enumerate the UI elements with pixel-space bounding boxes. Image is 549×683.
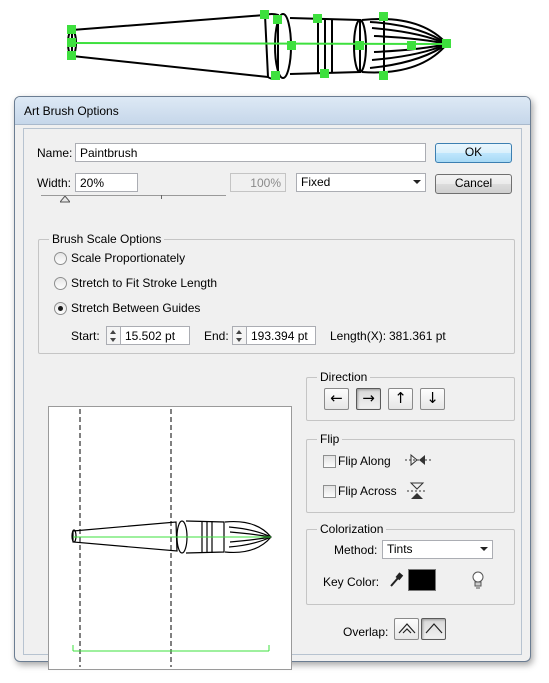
colorization-group: Colorization Method: Tints Key Color:	[306, 522, 515, 605]
method-select[interactable]: Tints	[382, 540, 493, 559]
arrow-down-icon: ↓	[426, 389, 439, 407]
method-value: Tints	[387, 542, 413, 556]
overlap-none-icon	[425, 623, 442, 634]
arrow-up-icon: ↑	[394, 389, 407, 407]
key-color-label: Key Color:	[323, 575, 380, 589]
paintbrush-artwork	[67, 13, 449, 80]
name-label: Name:	[37, 146, 73, 160]
end-stepper[interactable]	[232, 326, 246, 345]
width-max-field: 100%	[230, 173, 286, 192]
start-label: Start:	[71, 329, 100, 343]
direction-up-button[interactable]: ↑	[388, 388, 413, 410]
stretch-to-fit-radio[interactable]	[54, 277, 67, 290]
direction-right-button[interactable]: →	[356, 388, 381, 410]
width-label: Width:	[37, 176, 72, 190]
cancel-button[interactable]: Cancel	[435, 174, 512, 194]
dialog-body: Name: Paintbrush OK Width: 20% 100% Fixe…	[23, 128, 522, 670]
tips-lightbulb-icon[interactable]	[470, 570, 486, 590]
selection-anchor-points	[67, 10, 451, 80]
direction-left-button[interactable]: ←	[324, 388, 349, 410]
art-brush-options-dialog: Art Brush Options Name: Paintbrush OK Wi…	[14, 96, 531, 670]
stretch-between-guides-label: Stretch Between Guides	[71, 301, 201, 315]
flip-across-icon	[407, 482, 427, 499]
window-title: Art Brush Options	[24, 104, 119, 118]
ok-button[interactable]: OK	[435, 143, 512, 163]
width-input[interactable]: 20%	[75, 173, 138, 192]
end-label: End:	[204, 329, 229, 343]
arrow-right-icon: →	[362, 389, 375, 407]
title-bar[interactable]: Art Brush Options	[15, 97, 530, 125]
overlap-adjust-button[interactable]	[394, 618, 419, 640]
stepper-up-icon	[110, 330, 116, 334]
width-slider-tick	[161, 195, 162, 199]
key-color-swatch[interactable]	[408, 569, 436, 591]
stretch-to-fit-label: Stretch to Fit Stroke Length	[71, 276, 218, 290]
flip-title: Flip	[317, 432, 343, 446]
start-input[interactable]: 15.502 pt	[120, 326, 190, 345]
direction-title: Direction	[317, 370, 371, 384]
flip-along-checkbox[interactable]	[323, 455, 336, 468]
stepper-down-icon	[236, 338, 242, 342]
brush-preview	[48, 406, 292, 670]
width-mode-value: Fixed	[301, 175, 331, 189]
method-label: Method:	[334, 543, 378, 557]
scale-proportionately-label: Scale Proportionately	[71, 251, 186, 265]
overlap-label: Overlap:	[343, 625, 389, 639]
brush-artwork-canvas	[67, 10, 451, 80]
eyedropper-icon[interactable]	[388, 571, 404, 589]
stepper-up-icon	[236, 330, 242, 334]
flip-along-icon	[405, 453, 431, 467]
length-label: Length(X):	[330, 329, 387, 343]
overlap-none-button[interactable]	[421, 618, 446, 640]
width-slider-thumb[interactable]	[60, 196, 70, 203]
flip-group: Flip Flip Along Flip Across	[306, 432, 515, 513]
name-input[interactable]: Paintbrush	[75, 143, 426, 162]
brush-scale-options-group: Brush Scale Options Scale Proportionatel…	[38, 232, 515, 354]
direction-down-button[interactable]: ↓	[420, 388, 445, 410]
arrow-left-icon: ←	[330, 389, 343, 407]
chevron-down-icon	[413, 180, 421, 184]
width-mode-select[interactable]: Fixed	[296, 173, 426, 192]
stretch-between-guides-radio[interactable]	[54, 302, 67, 315]
stepper-down-icon	[110, 338, 116, 342]
flip-along-label: Flip Along	[338, 454, 391, 468]
colorization-title: Colorization	[317, 522, 387, 536]
end-input[interactable]: 193.394 pt	[246, 326, 316, 345]
direction-group: Direction ← → ↑ ↓	[306, 370, 515, 421]
start-stepper[interactable]	[106, 326, 120, 345]
flip-across-label: Flip Across	[338, 484, 397, 498]
flip-across-checkbox[interactable]	[323, 485, 336, 498]
scale-proportionately-radio[interactable]	[54, 252, 67, 265]
length-value: 381.361 pt	[389, 329, 446, 343]
brush-scale-options-title: Brush Scale Options	[49, 232, 165, 246]
chevron-down-icon	[480, 547, 488, 551]
overlap-adjust-icon	[398, 623, 415, 634]
preview-canvas	[71, 409, 272, 667]
